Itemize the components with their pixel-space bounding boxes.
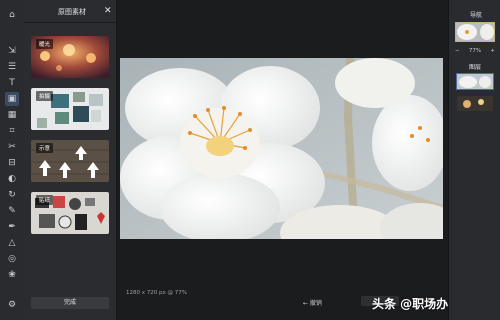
finish-button[interactable]: 完成 (31, 297, 109, 309)
panel-header: 原图素材 ✕ (24, 0, 116, 23)
thumbnail-gallery-wall[interactable]: 拍摄 (31, 88, 109, 130)
zoom-controls: − 77% + (455, 48, 495, 56)
layer-thumbnail (457, 74, 493, 89)
layers-title: 图层 (469, 64, 482, 71)
navigator-thumbnail[interactable] (455, 22, 495, 42)
crop-icon[interactable]: ⌗ (5, 124, 19, 138)
thumbnail-stickers-collage[interactable]: 贴纸 (31, 192, 109, 234)
cherry-blossom-image (120, 58, 443, 239)
thumbnail-warm-lights[interactable]: 暖光 (31, 36, 109, 78)
layer-item[interactable] (456, 73, 494, 90)
pen-icon[interactable]: ✒ (5, 220, 19, 234)
adjust-icon[interactable]: ⊟ (5, 156, 19, 170)
scissors-icon[interactable]: ✂ (5, 140, 19, 154)
close-icon[interactable]: ✕ (104, 6, 112, 16)
thumbnail-tag: 暖光 (36, 39, 54, 49)
thumbnail-tag: 贴纸 (36, 195, 54, 205)
thumbnail-tag: 示意 (36, 143, 54, 153)
layer-item[interactable] (457, 96, 493, 111)
circle-icon[interactable]: ◐ (5, 172, 19, 186)
panel-title: 原图素材 (58, 8, 86, 16)
settings-icon[interactable]: ⚙ (5, 298, 19, 312)
globe-icon[interactable]: ◎ (5, 252, 19, 266)
layers-icon[interactable]: ☰ (5, 60, 19, 74)
thumbnail-arrows-wood[interactable]: 示意 (31, 140, 109, 182)
canvas-status: 1280 x 720 px @ 77% (126, 290, 187, 296)
zoom-out-button[interactable]: − (455, 48, 460, 56)
zoom-value: 77% (468, 48, 482, 54)
image-icon[interactable]: ▣ (5, 92, 19, 106)
left-toolbar: ⌂ ⇲ ☰ T ▣ ▦ ⌗ ✂ ⊟ ◐ ↻ ✎ ✒ △ ◎ ❀ ⚙ (0, 0, 25, 320)
text-icon[interactable]: T (5, 76, 19, 90)
move-icon[interactable]: ⇲ (5, 44, 19, 58)
navigator-panel: 导航 − 77% + 图层 (448, 0, 500, 320)
main-photo[interactable] (120, 58, 443, 239)
filter-icon[interactable]: ❀ (5, 268, 19, 282)
triangle-icon[interactable]: △ (5, 236, 19, 250)
zoom-in-button[interactable]: + (490, 48, 495, 56)
navigator-image (455, 22, 495, 42)
photo-icon[interactable]: ▦ (5, 108, 19, 122)
rotate-icon[interactable]: ↻ (5, 188, 19, 202)
navigator-title: 导航 (470, 12, 483, 19)
brush-icon[interactable]: ✎ (5, 204, 19, 218)
thumbnail-tag: 拍摄 (36, 91, 54, 101)
undo-button[interactable]: ← 撤销 (303, 298, 322, 307)
home-icon[interactable]: ⌂ (5, 8, 19, 22)
asset-panel: 原图素材 ✕ 暖光 拍摄 示意 贴纸 完成 (24, 0, 117, 320)
layer-thumbnail (457, 96, 493, 111)
